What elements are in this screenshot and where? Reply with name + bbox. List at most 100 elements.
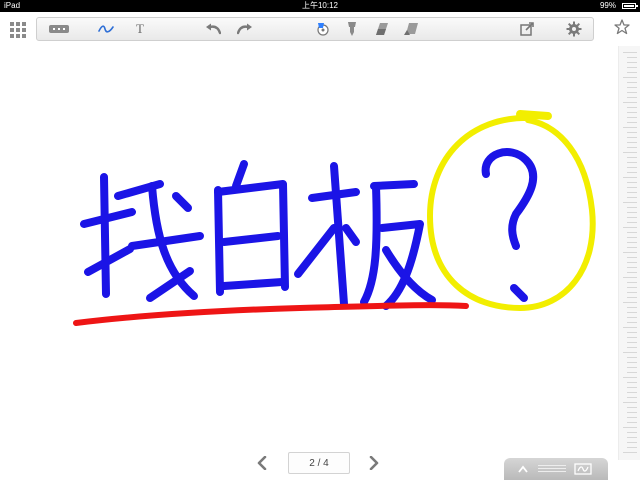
- ruler-tick: [623, 377, 637, 378]
- grid-icon[interactable]: [10, 22, 26, 38]
- chevron-up-icon: [518, 465, 528, 473]
- ruler-tick: [627, 137, 637, 138]
- page-drawer-tab[interactable]: [504, 458, 608, 480]
- ruler-tick: [627, 392, 637, 393]
- export-icon[interactable]: [517, 18, 537, 40]
- ruler-tick: [627, 282, 637, 283]
- ruler-tick: [627, 62, 637, 63]
- ruler-tick: [627, 172, 637, 173]
- ruler-tick: [627, 322, 637, 323]
- red-underline: [73, 302, 469, 326]
- ruler-tick: [627, 157, 637, 158]
- redo-icon[interactable]: [235, 18, 255, 40]
- ruler-tick: [627, 267, 637, 268]
- star-icon[interactable]: [614, 19, 630, 40]
- ruler-tick: [627, 257, 637, 258]
- ruler-tick: [627, 87, 637, 88]
- ruler-tick: [627, 197, 637, 198]
- ruler-tick: [627, 432, 637, 433]
- ruler-tick: [623, 127, 637, 128]
- ruler-tick: [627, 112, 637, 113]
- ruler-tick: [627, 57, 637, 58]
- ruler-tick: [623, 202, 637, 203]
- ruler-tick: [623, 102, 637, 103]
- status-bar: iPad 上午10:12 99%: [0, 0, 640, 12]
- battery-icon: [622, 3, 638, 9]
- ruler-tick: [627, 287, 637, 288]
- page-indicator[interactable]: 2 / 4: [288, 452, 350, 474]
- ruler-tick: [627, 337, 637, 338]
- highlighter-icon[interactable]: [343, 18, 361, 40]
- ruler-tick: [623, 52, 637, 53]
- ruler-tick: [627, 97, 637, 98]
- palette-icon[interactable]: [313, 18, 333, 40]
- ruler-tick: [623, 302, 637, 303]
- drawing-canvas[interactable]: [0, 46, 618, 460]
- ruler-tick: [623, 252, 637, 253]
- ruler-tick: [627, 72, 637, 73]
- yellow-circle-mark: [426, 114, 596, 312]
- ruler-tick: [627, 162, 637, 163]
- clear-icon[interactable]: [401, 18, 421, 40]
- battery-percentage: 99%: [599, 1, 616, 10]
- ruler-tick: [627, 442, 637, 443]
- ruler-tick: [627, 117, 637, 118]
- ruler-tick: [627, 362, 637, 363]
- ruler-tick: [627, 237, 637, 238]
- ruler-tick: [627, 192, 637, 193]
- previous-page-icon[interactable]: [256, 455, 268, 475]
- ruler-tick: [627, 262, 637, 263]
- ruler-tick: [627, 92, 637, 93]
- ruler-tick: [627, 107, 637, 108]
- ruler-tick: [627, 187, 637, 188]
- ruler-tick: [627, 142, 637, 143]
- grip-lines: [538, 465, 566, 473]
- undo-icon[interactable]: [203, 18, 223, 40]
- ruler-tick: [623, 77, 637, 78]
- text-icon[interactable]: T: [131, 18, 149, 40]
- ruler-tick: [627, 397, 637, 398]
- ruler-tick: [627, 122, 637, 123]
- ruler-tick: [623, 227, 637, 228]
- handwriting-ink: [73, 110, 596, 326]
- ruler-tick: [623, 352, 637, 353]
- page-ruler[interactable]: [618, 46, 640, 460]
- ruler-tick: [623, 177, 637, 178]
- thumbnail-icon: [574, 463, 592, 475]
- drawing-toolbar: T: [36, 17, 594, 41]
- ruler-tick: [627, 222, 637, 223]
- line-width-icon[interactable]: [47, 18, 71, 40]
- ruler-tick: [627, 207, 637, 208]
- next-page-icon[interactable]: [368, 455, 380, 475]
- ruler-tick: [627, 357, 637, 358]
- ruler-tick: [627, 292, 637, 293]
- text-tool-label: T: [136, 21, 144, 36]
- ruler-tick: [627, 232, 637, 233]
- ruler-tick: [627, 332, 637, 333]
- ruler-tick: [623, 427, 637, 428]
- ruler-tick: [627, 447, 637, 448]
- ruler-tick: [623, 277, 637, 278]
- ruler-tick: [627, 372, 637, 373]
- ruler-tick: [623, 327, 637, 328]
- ruler-tick: [627, 247, 637, 248]
- eraser-icon[interactable]: [373, 18, 391, 40]
- pen-icon[interactable]: [95, 18, 117, 40]
- ruler-tick: [627, 422, 637, 423]
- ruler-tick: [627, 367, 637, 368]
- ruler-tick: [627, 182, 637, 183]
- ruler-tick: [627, 317, 637, 318]
- handwritten-text: [80, 148, 538, 310]
- ruler-tick: [627, 307, 637, 308]
- ruler-tick: [627, 342, 637, 343]
- ruler-tick: [627, 347, 637, 348]
- status-clock: 上午10:12: [301, 1, 339, 10]
- gear-icon[interactable]: [563, 18, 585, 40]
- ruler-tick: [627, 272, 637, 273]
- ruler-tick: [627, 437, 637, 438]
- ruler-tick: [627, 407, 637, 408]
- ruler-tick: [627, 147, 637, 148]
- ruler-tick: [627, 297, 637, 298]
- ruler-tick: [627, 217, 637, 218]
- ruler-tick: [627, 382, 637, 383]
